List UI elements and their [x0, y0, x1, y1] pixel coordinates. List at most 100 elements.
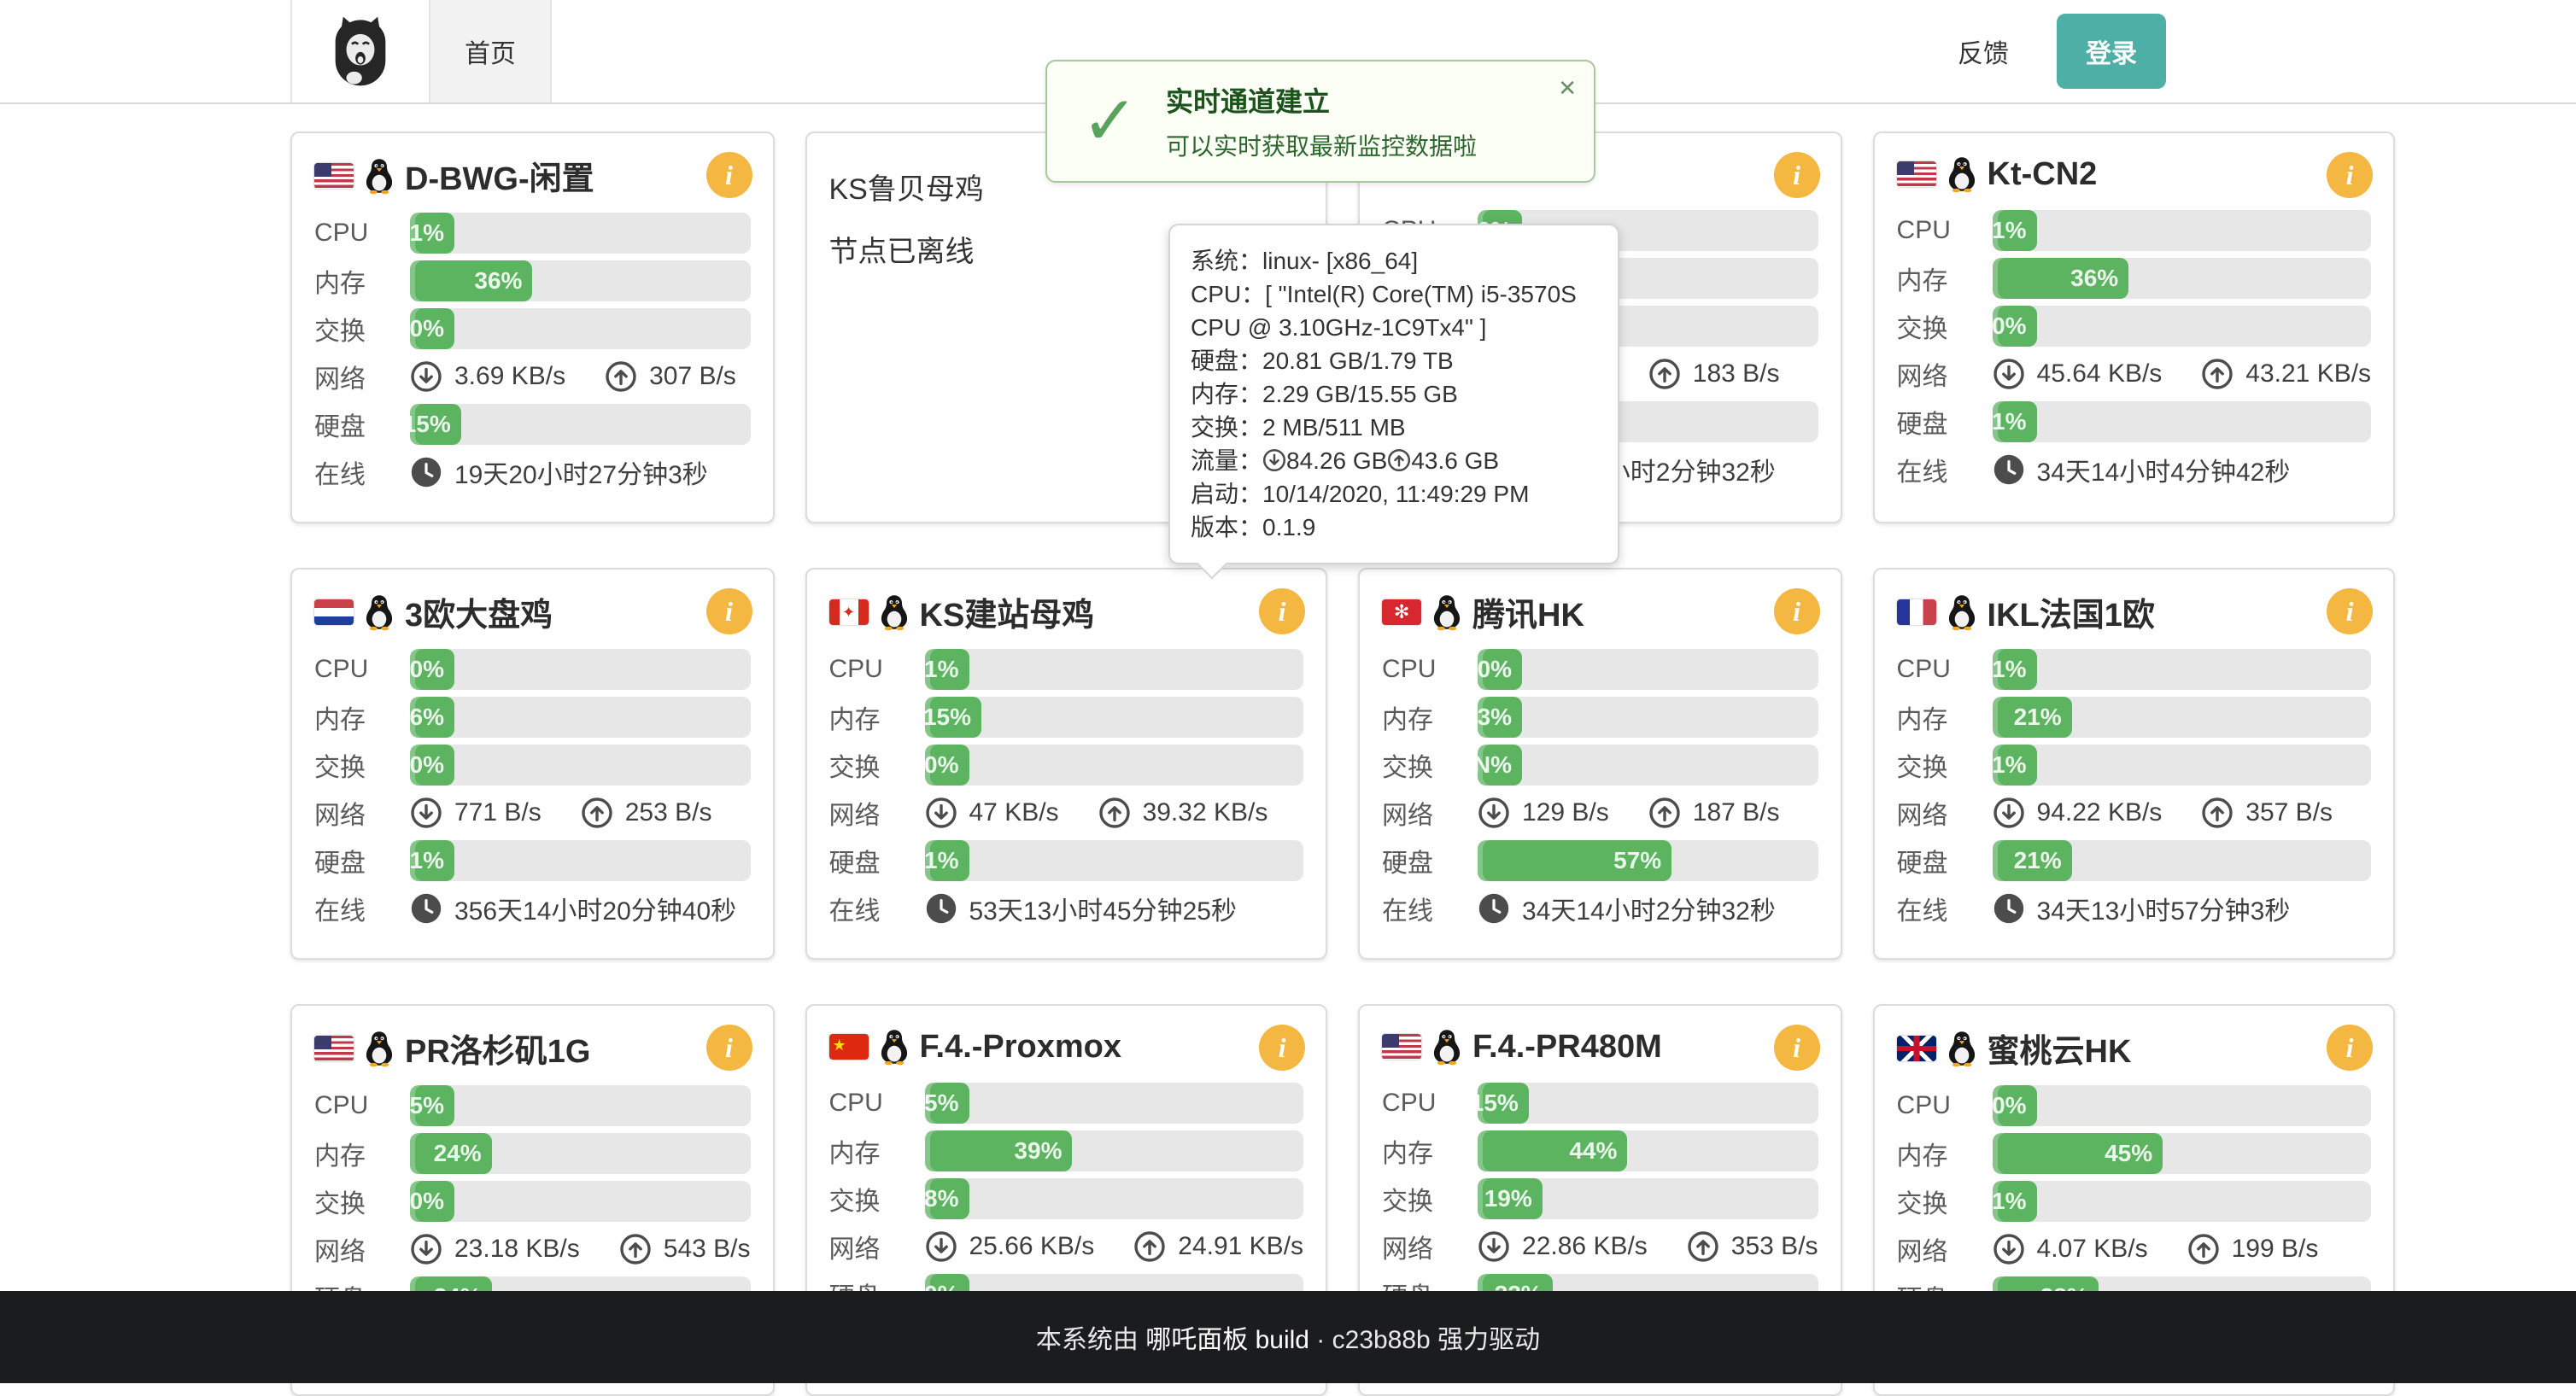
info-icon[interactable]: i	[2327, 152, 2373, 198]
close-icon[interactable]: ✕	[1558, 75, 1577, 102]
cpu-progress-track: 1%	[925, 649, 1304, 690]
server-card: D-BWG-闲置iCPU1%内存36%交换0%网络 3.69 KB/s 307 …	[290, 131, 775, 523]
info-icon[interactable]: i	[1259, 1025, 1305, 1071]
tooltip-line: 系统：linux- [x86_64]	[1191, 244, 1597, 277]
cpu-progress-fill: 15%	[1478, 1083, 1529, 1124]
cpu-progress-label: 1%	[1993, 217, 2037, 244]
net-upload-value: 39.32 KB/s	[1143, 798, 1268, 827]
linux-icon	[1947, 155, 1977, 193]
server-name: PR洛杉矶1G	[405, 1025, 590, 1072]
info-icon[interactable]: i	[706, 152, 752, 198]
net-upload-value: 43.21 KB/s	[2245, 359, 2371, 388]
flag-us-icon	[314, 1036, 354, 1061]
site-logo[interactable]	[290, 0, 430, 102]
stat-label-swap: 交换	[829, 746, 925, 784]
tooltip-line-value: 20.81 GB/1.79 TB	[1262, 348, 1454, 374]
stat-label-cpu: CPU	[1382, 1089, 1478, 1118]
stat-label-online: 在线	[314, 890, 410, 927]
stat-label-swap: 交换	[1897, 1183, 1993, 1220]
stat-row-disk: 硬盘11%	[1897, 401, 2372, 442]
mem-progress-fill: 6%	[410, 697, 454, 738]
stat-label-net: 网络	[314, 1230, 410, 1268]
tooltip-line-key: 启动：	[1191, 481, 1262, 507]
footer: 本系统由 哪吒面板 build · c23b88b 强力驱动	[0, 1291, 2576, 1383]
stat-row-mem: 内存45%	[1897, 1133, 2372, 1174]
upload-arrow-icon	[2201, 358, 2234, 390]
login-button[interactable]: 登录	[2057, 14, 2166, 89]
nav-tab-home[interactable]: 首页	[430, 0, 552, 102]
swap-progress-fill: 0%	[410, 308, 454, 349]
online-duration-value: 34天14小时4分钟42秒	[2037, 451, 2291, 488]
info-icon[interactable]: i	[706, 1025, 752, 1071]
disk-progress-label: 15%	[410, 411, 461, 438]
info-icon[interactable]: i	[1774, 1025, 1820, 1071]
net-speeds: 23.18 KB/s 543 B/s	[410, 1233, 751, 1265]
tooltip-line-key: CPU：	[1191, 281, 1265, 307]
net-speeds: 3.69 KB/s 307 B/s	[410, 360, 751, 393]
upload-arrow-icon	[2187, 1233, 2220, 1265]
cpu-progress-fill: 0%	[410, 649, 454, 690]
net-speeds: 25.66 KB/s 24.91 KB/s	[925, 1230, 1304, 1263]
tooltip-line-key: 版本：	[1191, 514, 1262, 540]
stat-label-cpu: CPU	[314, 1091, 410, 1120]
mem-progress-track: 36%	[410, 260, 751, 301]
feedback-link[interactable]: 反馈	[1934, 32, 2033, 70]
mem-progress-track: 36%	[1993, 258, 2372, 299]
clock-icon	[1993, 892, 2025, 925]
info-icon[interactable]: i	[1774, 588, 1820, 634]
swap-progress-label: 0%	[1993, 312, 2037, 340]
server-card: 腾讯HKiCPU0%内存3%交换NaN%网络 129 B/s 187 B/s硬盘…	[1358, 568, 1842, 960]
flag-us-icon	[1897, 161, 1936, 187]
mem-progress-track: 3%	[1478, 697, 1818, 738]
cpu-progress-track: 0%	[410, 649, 751, 690]
toast-message: 可以实时获取最新监控数据啦	[1166, 128, 1477, 162]
cpu-progress-fill: 1%	[925, 649, 969, 690]
stat-row-swap: 交换19%	[1382, 1178, 1818, 1219]
stat-row-disk: 硬盘15%	[314, 404, 751, 445]
mem-progress-label: 36%	[474, 267, 532, 295]
info-icon[interactable]: i	[1259, 588, 1305, 634]
download-arrow-icon	[1478, 797, 1510, 829]
disk-progress-label: 1%	[410, 847, 454, 874]
stat-label-mem: 内存	[1897, 698, 1993, 736]
info-icon[interactable]: i	[1774, 152, 1820, 198]
disk-progress-fill: 1%	[925, 840, 969, 881]
upload-arrow-icon	[1133, 1230, 1166, 1263]
online-duration: 53天13小时45分钟25秒	[925, 890, 1304, 927]
net-download-value: 3.69 KB/s	[454, 362, 565, 391]
swap-progress-track: 0%	[410, 745, 751, 786]
info-icon[interactable]: i	[2327, 588, 2373, 634]
swap-progress-fill: NaN%	[1478, 745, 1522, 786]
mem-progress-fill: 3%	[1478, 697, 1522, 738]
stat-row-mem: 内存39%	[829, 1130, 1304, 1171]
footer-panel-link[interactable]: 哪吒面板 build	[1145, 1326, 1309, 1354]
cpu-progress-track: 1%	[1993, 210, 2372, 251]
stat-row-online: 在线 34天13小时57分钟3秒	[1897, 888, 2372, 929]
swap-progress-track: 0%	[410, 1181, 751, 1222]
stat-row-mem: 内存24%	[314, 1133, 751, 1174]
upload-arrow-icon	[1687, 1230, 1719, 1263]
info-icon[interactable]: i	[706, 588, 752, 634]
stat-row-cpu: CPU1%	[1897, 210, 2372, 251]
server-card: 3欧大盘鸡iCPU0%内存6%交换0%网络 771 B/s 253 B/s硬盘1…	[290, 568, 775, 960]
info-icon[interactable]: i	[2327, 1025, 2373, 1071]
mem-progress-track: 24%	[410, 1133, 751, 1174]
server-card-header: 腾讯HK	[1382, 588, 1818, 635]
upload-arrow-icon	[2201, 797, 2234, 829]
disk-progress-track: 1%	[410, 840, 751, 881]
net-speeds: 22.86 KB/s 353 B/s	[1478, 1230, 1818, 1263]
stat-label-swap: 交换	[1897, 746, 1993, 784]
net-upload-value: 357 B/s	[2245, 798, 2333, 827]
mem-progress-fill: 21%	[1993, 697, 2072, 738]
stat-row-disk: 硬盘21%	[1897, 840, 2372, 881]
swap-progress-track: 1%	[1993, 1181, 2372, 1222]
upload-arrow-icon	[1098, 797, 1131, 829]
swap-progress-label: 8%	[925, 1185, 969, 1212]
stat-row-net: 网络 47 KB/s 39.32 KB/s	[829, 792, 1304, 833]
stat-label-online: 在线	[1897, 890, 1993, 927]
cpu-progress-label: 1%	[410, 219, 454, 247]
mem-progress-track: 45%	[1993, 1133, 2372, 1174]
stat-row-online: 在线 34天14小时2分钟32秒	[1382, 888, 1818, 929]
stat-row-net: 网络 3.69 KB/s 307 B/s	[314, 356, 751, 397]
server-name: D-BWG-闲置	[405, 152, 594, 199]
